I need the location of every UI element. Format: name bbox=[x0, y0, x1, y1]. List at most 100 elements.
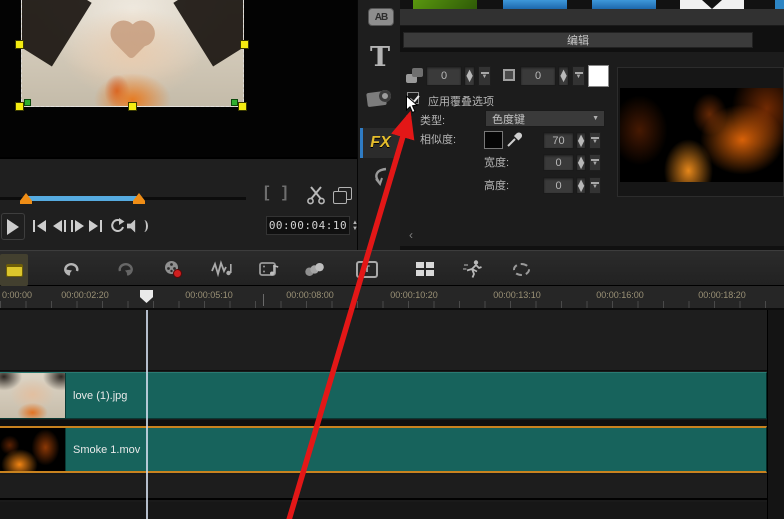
library-thumbnail[interactable] bbox=[503, 0, 567, 9]
similarity-spinner[interactable] bbox=[576, 132, 586, 149]
resize-handle-bottom-left[interactable] bbox=[15, 102, 24, 111]
scrubber-selected-range[interactable] bbox=[25, 196, 139, 201]
running-man-icon bbox=[463, 260, 482, 278]
film-reel-icon bbox=[165, 261, 182, 278]
next-frame-button[interactable] bbox=[71, 219, 84, 233]
panel-tab-bar: 编辑 bbox=[400, 26, 784, 52]
overlapping-circles-icon bbox=[305, 262, 324, 276]
height-input[interactable]: 0 bbox=[543, 177, 574, 194]
resize-handle-bottom-center[interactable] bbox=[128, 102, 137, 111]
go-to-start-button[interactable] bbox=[33, 219, 46, 233]
nav-titles[interactable]: T bbox=[370, 42, 390, 73]
photo-shadow-left bbox=[22, 0, 92, 67]
empty-track-row[interactable] bbox=[0, 502, 767, 519]
height-slider-popup[interactable] bbox=[589, 177, 601, 194]
nav-filters[interactable]: FX bbox=[360, 128, 401, 158]
trim-start-handle[interactable] bbox=[20, 193, 32, 204]
chroma-key-preview-image bbox=[620, 88, 783, 182]
redo-button[interactable] bbox=[114, 259, 136, 279]
timeline-ruler[interactable]: 0:00:00 00:00:02:20 00:00:05:10 00:00:08… bbox=[0, 286, 784, 310]
tab-edit[interactable]: 编辑 bbox=[403, 32, 753, 48]
apply-overlay-options-checkbox[interactable] bbox=[407, 92, 419, 104]
resize-handle-mid-right[interactable] bbox=[240, 40, 249, 49]
undo-icon bbox=[64, 263, 79, 276]
border-width-spinner[interactable] bbox=[558, 66, 569, 86]
lasso-select-button[interactable] bbox=[510, 259, 532, 279]
width-slider-popup[interactable] bbox=[589, 154, 601, 171]
split-clip-icon[interactable] bbox=[306, 185, 326, 205]
overlay-track-clip-selected[interactable]: Smoke 1.mov bbox=[0, 426, 767, 473]
speaker-wave bbox=[140, 220, 148, 232]
ruler-label: 0:00:00 bbox=[2, 290, 33, 300]
empty-track-row[interactable] bbox=[0, 475, 767, 500]
ruler-label: 00:00:16:00 bbox=[596, 290, 644, 300]
clip-name: Smoke 1.mov bbox=[73, 443, 141, 456]
library-thumbnail[interactable] bbox=[413, 0, 477, 9]
mark-in-icon[interactable]: [ bbox=[264, 184, 269, 202]
transparency-input[interactable]: 0 bbox=[426, 66, 462, 86]
ruler-tick bbox=[263, 294, 264, 306]
key-color-swatch[interactable] bbox=[484, 131, 503, 149]
resize-handle-bottom-right[interactable] bbox=[238, 102, 247, 111]
height-label: 高度: bbox=[484, 180, 510, 192]
type-dropdown[interactable]: 色度键 bbox=[485, 110, 605, 127]
undo-button[interactable] bbox=[61, 259, 83, 279]
tracks-right-margin bbox=[767, 310, 784, 519]
go-to-end-button[interactable] bbox=[89, 219, 102, 233]
library-thumbnail[interactable] bbox=[775, 0, 784, 9]
resize-handle-mid-left[interactable] bbox=[15, 40, 24, 49]
border-color-swatch[interactable] bbox=[588, 65, 609, 87]
playhead-line[interactable] bbox=[146, 310, 148, 519]
photo-heart-hands bbox=[114, 24, 150, 60]
resize-handle-green-left[interactable] bbox=[24, 99, 31, 106]
library-thumbnail[interactable] bbox=[680, 0, 744, 9]
similarity-input[interactable]: 70 bbox=[543, 132, 574, 149]
motion-tracking-button[interactable] bbox=[462, 259, 484, 279]
video-track-clip[interactable]: love (1).jpg bbox=[0, 372, 767, 419]
border-width-input[interactable]: 0 bbox=[520, 66, 556, 86]
library-thumbnail[interactable] bbox=[592, 0, 656, 9]
panel-collapse-chevron[interactable]: ‹ bbox=[409, 228, 413, 242]
chroma-key-preview-frame bbox=[617, 67, 784, 197]
clip-name: love (1).jpg bbox=[73, 389, 128, 402]
eyedropper-icon[interactable] bbox=[505, 129, 523, 148]
ruler-ticks bbox=[0, 301, 784, 308]
auto-music-button[interactable] bbox=[259, 259, 281, 279]
batch-convert-button[interactable] bbox=[304, 259, 326, 279]
resize-handle-green-right[interactable] bbox=[231, 99, 238, 106]
fx-label: FX bbox=[370, 134, 391, 151]
mark-out-icon[interactable]: ] bbox=[282, 184, 287, 202]
storyboard-icon bbox=[5, 263, 23, 277]
overlay-clip-preview[interactable] bbox=[21, 0, 244, 107]
sound-mixer-button[interactable] bbox=[211, 259, 233, 279]
ruler-label: 00:00:08:00 bbox=[286, 290, 334, 300]
multi-view-grid-button[interactable] bbox=[414, 259, 436, 279]
record-capture-button[interactable] bbox=[162, 259, 184, 279]
photo-shadow-right bbox=[173, 0, 243, 67]
transport-bar: [ ] 00:00:04:10 bbox=[0, 157, 357, 250]
height-spinner[interactable] bbox=[576, 177, 586, 194]
border-width-icon bbox=[503, 69, 515, 81]
volume-icon[interactable] bbox=[127, 219, 148, 233]
empty-track-row[interactable] bbox=[0, 310, 767, 371]
repeat-icon[interactable] bbox=[108, 217, 126, 235]
similarity-label: 相似度: bbox=[420, 134, 457, 146]
width-spinner[interactable] bbox=[576, 154, 586, 171]
timecode-display[interactable]: 00:00:04:10 bbox=[266, 216, 350, 235]
panel-divider-band bbox=[400, 9, 784, 26]
nav-transitions[interactable]: AB bbox=[368, 8, 394, 26]
transparency-spinner[interactable] bbox=[464, 66, 475, 86]
trim-end-handle[interactable] bbox=[133, 193, 145, 204]
enlarge-preview-icon[interactable] bbox=[333, 187, 352, 204]
attribute-panel: 编辑 0 0 应用覆叠选项 类型: 色度键 相似度: 70 宽度: 0 高度: … bbox=[400, 0, 784, 250]
similarity-slider-popup[interactable] bbox=[589, 132, 601, 149]
previous-frame-button[interactable] bbox=[53, 219, 66, 233]
storyboard-view-button[interactable] bbox=[0, 254, 28, 286]
nav-graphics-icon[interactable] bbox=[367, 90, 391, 108]
width-input[interactable]: 0 bbox=[543, 154, 574, 171]
subtitle-editor-button[interactable]: T bbox=[356, 259, 378, 279]
transparency-slider-popup[interactable] bbox=[478, 66, 491, 86]
border-width-slider-popup[interactable] bbox=[572, 66, 585, 86]
nav-path-icon[interactable] bbox=[368, 166, 392, 188]
play-button[interactable] bbox=[1, 213, 25, 240]
